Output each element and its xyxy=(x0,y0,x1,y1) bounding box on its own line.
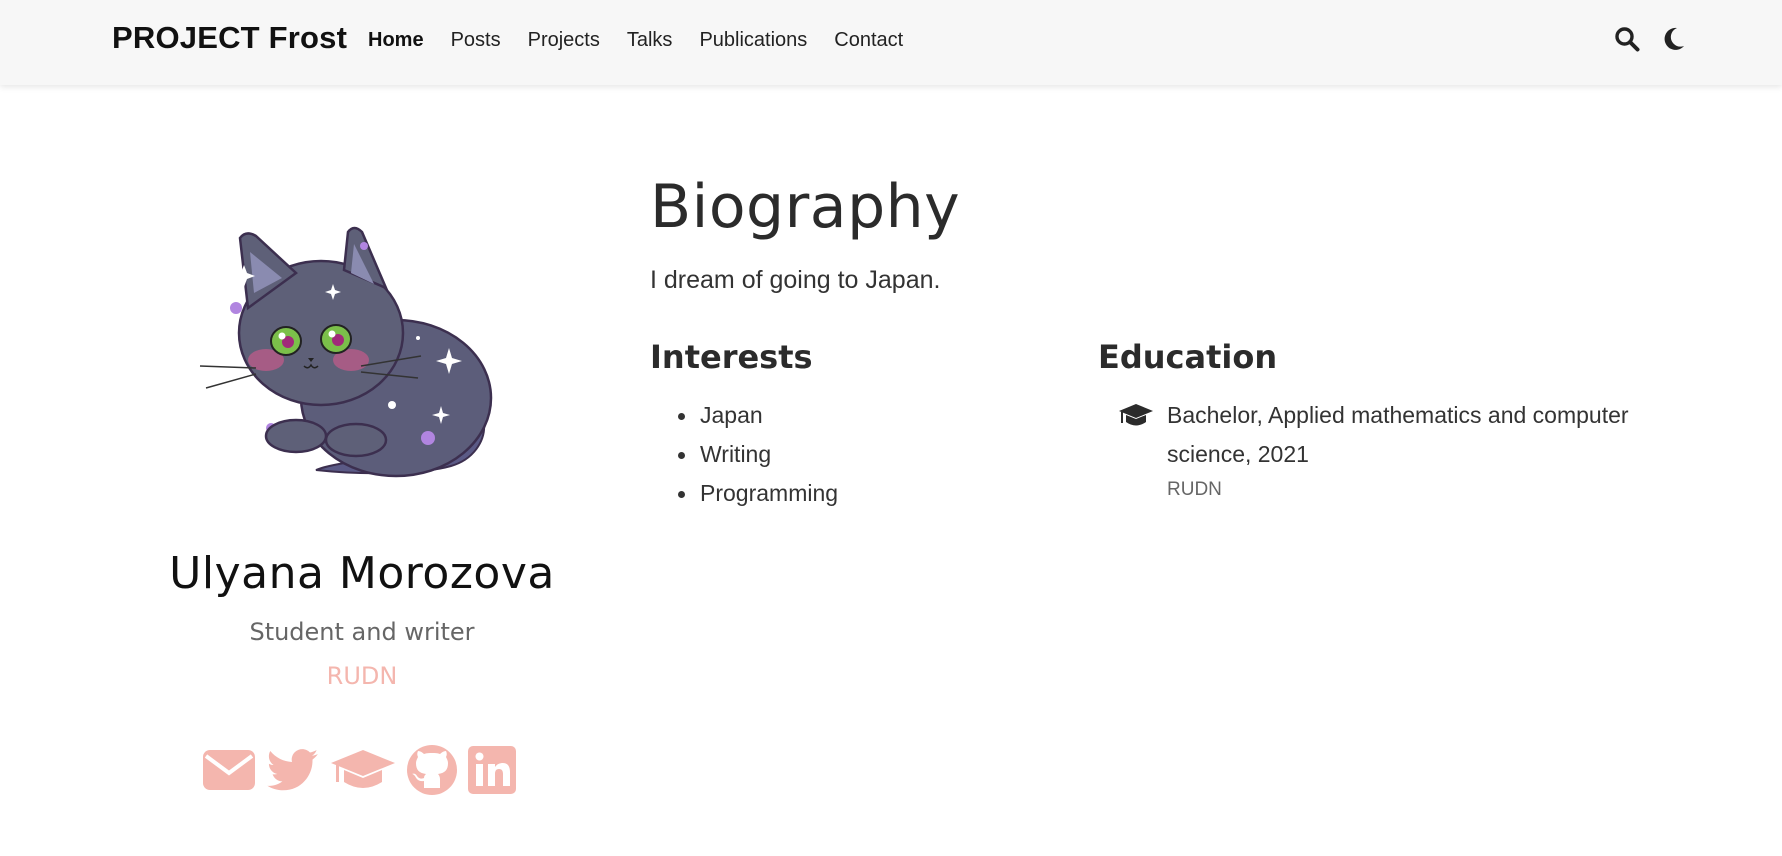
navbar: PROJECT Frost Home Posts Projects Talks … xyxy=(0,0,1782,85)
profile-organization-link[interactable]: RUDN xyxy=(130,662,594,690)
nav-link-projects[interactable]: Projects xyxy=(528,29,600,52)
linkedin-icon[interactable] xyxy=(468,746,516,794)
graduation-cap-icon xyxy=(1118,403,1154,431)
biography-text: I dream of going to Japan. xyxy=(650,266,941,294)
nav-link-publications[interactable]: Publications xyxy=(699,29,807,52)
interests-heading: Interests xyxy=(650,338,813,376)
moon-icon[interactable] xyxy=(1663,26,1685,52)
interest-item: Japan xyxy=(650,396,838,435)
interest-item: Writing xyxy=(650,435,838,474)
nav-links: Home Posts Projects Talks Publications C… xyxy=(368,29,930,52)
social-links xyxy=(202,744,526,796)
education-course: Bachelor, Applied mathematics and comput… xyxy=(1167,402,1629,467)
graduation-cap-icon[interactable] xyxy=(330,748,396,792)
cat-illustration xyxy=(199,226,493,478)
profile-role: Student and writer xyxy=(249,618,475,646)
nav-link-talks[interactable]: Talks xyxy=(627,29,673,52)
nav-link-home[interactable]: Home xyxy=(368,29,424,52)
github-icon[interactable] xyxy=(406,744,458,796)
interests-list: Japan Writing Programming xyxy=(650,396,838,513)
nav-link-contact[interactable]: Contact xyxy=(834,29,903,52)
education-heading: Education xyxy=(1098,338,1278,376)
profile-name: Ulyana Morozova xyxy=(169,548,555,599)
education-institution: RUDN xyxy=(1167,479,1222,500)
interest-item: Programming xyxy=(650,474,838,513)
avatar xyxy=(196,218,506,498)
biography-heading: Biography xyxy=(650,172,961,242)
twitter-icon[interactable] xyxy=(266,748,320,792)
site-brand[interactable]: PROJECT Frost xyxy=(112,20,347,56)
nav-link-posts[interactable]: Posts xyxy=(451,29,501,52)
envelope-icon[interactable] xyxy=(202,748,256,792)
search-icon[interactable] xyxy=(1614,26,1640,52)
